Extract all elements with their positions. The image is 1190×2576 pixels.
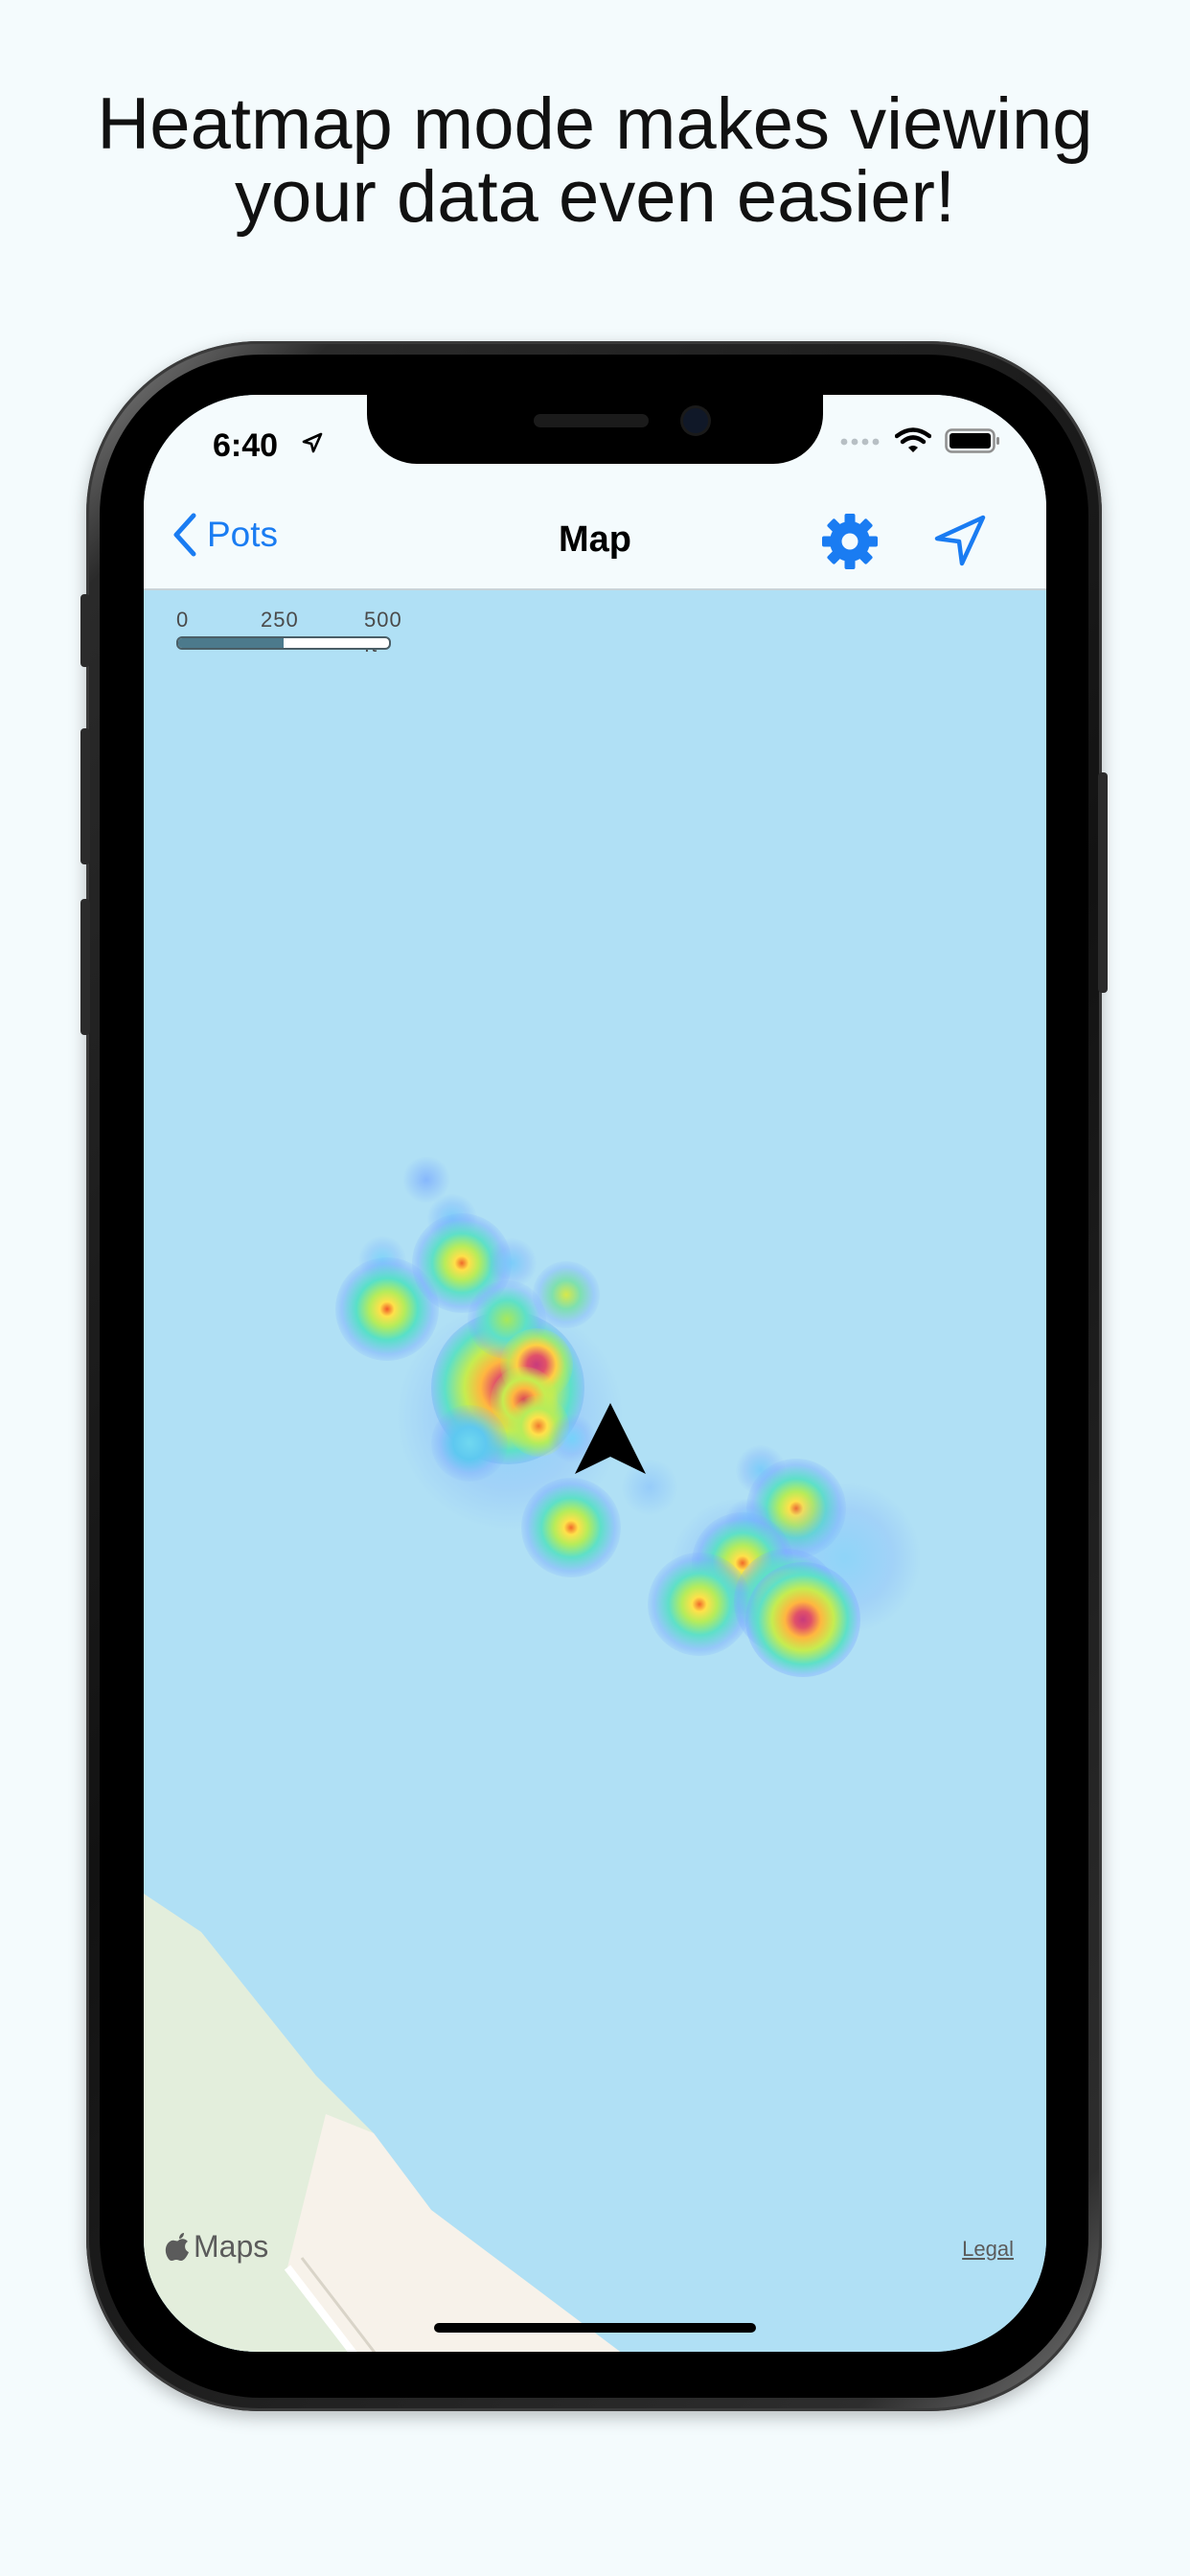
- wifi-icon: [895, 427, 931, 452]
- heat-blob: [521, 1478, 621, 1577]
- scale-label-0: 0: [176, 608, 190, 632]
- land-area: [144, 1894, 621, 2352]
- chevron-left-icon: [173, 513, 196, 557]
- page-title: Map: [559, 519, 631, 560]
- heat-blob: [745, 1562, 860, 1677]
- heat-blob: [427, 1194, 477, 1244]
- status-time: 6:40: [213, 427, 279, 464]
- phone-volume-down-button: [80, 899, 90, 1035]
- phone-screen: 6:40 Pots Map 0 250 500 Maps Legal: [144, 395, 1046, 2352]
- heat-blob: [487, 1238, 537, 1288]
- heat-blob: [358, 1236, 406, 1284]
- scale-bar: [176, 636, 391, 650]
- device-notch: [367, 395, 823, 464]
- heat-blob: [402, 1156, 450, 1204]
- gear-icon: [822, 514, 878, 569]
- location-arrow-icon: [302, 432, 323, 453]
- front-camera: [683, 408, 708, 433]
- promo-headline-line-1: Heatmap mode makes viewing: [97, 83, 1093, 165]
- heat-blob: [692, 1512, 793, 1614]
- back-button[interactable]: Pots: [171, 512, 278, 558]
- heat-blob: [412, 1213, 512, 1313]
- settings-button[interactable]: [820, 512, 880, 576]
- back-button-label: Pots: [207, 515, 279, 554]
- heat-blob: [335, 1257, 439, 1361]
- heat-blob: [648, 1552, 751, 1656]
- maps-attribution-label: Maps: [194, 2229, 269, 2264]
- heat-blob: [724, 1499, 772, 1547]
- user-heading-arrow-icon: [575, 1403, 646, 1474]
- heat-blob: [768, 1482, 922, 1635]
- heat-blob: [431, 1311, 584, 1464]
- home-indicator[interactable]: [434, 2323, 756, 2333]
- current-location-button[interactable]: [931, 512, 989, 574]
- speaker-grille: [534, 414, 649, 427]
- map-view[interactable]: 0 250 500 ft: [144, 590, 1046, 2352]
- promo-headline: Heatmap mode makes viewing your data eve…: [0, 88, 1190, 234]
- phone-volume-up-button: [80, 728, 90, 864]
- heat-blob: [746, 1459, 846, 1558]
- map-scale: 0 250 500 ft: [176, 608, 401, 656]
- apple-logo-icon: [165, 2232, 189, 2261]
- battery-icon: [945, 428, 999, 453]
- heat-blob: [734, 1549, 839, 1654]
- signal-icon: [840, 438, 880, 446]
- heat-blob: [669, 1497, 812, 1641]
- heat-blob: [533, 1261, 600, 1328]
- navigation-bar: Pots Map: [144, 491, 1046, 590]
- scale-label-250: 250: [261, 608, 299, 632]
- promo-headline-line-2: your data even easier!: [234, 156, 956, 238]
- location-arrow-icon: [934, 515, 986, 566]
- apple-maps-attribution: Maps: [165, 2229, 268, 2265]
- heat-blob: [491, 1367, 558, 1434]
- legal-link[interactable]: Legal: [962, 2237, 1014, 2262]
- heat-blob: [468, 1280, 546, 1359]
- phone-power-button: [1098, 772, 1108, 993]
- scale-label-500: 500 ft: [364, 608, 402, 656]
- heat-blob: [508, 1395, 569, 1457]
- heat-blob: [500, 1328, 573, 1401]
- heat-blob: [736, 1445, 786, 1495]
- heat-blob: [431, 1405, 508, 1482]
- phone-mute-switch: [80, 594, 90, 667]
